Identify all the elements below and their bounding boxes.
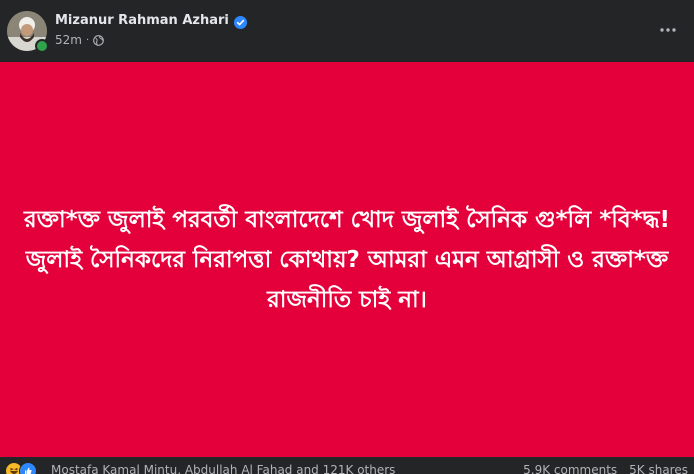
reaction-icons[interactable] [5, 462, 37, 474]
engagement-counts: 5.9K comments 5K shares [523, 463, 688, 474]
verified-badge-icon [233, 14, 247, 29]
post-text: রক্তা*ক্ত জুলাই পরবর্তী বাংলাদেশে খোদ জু… [23, 206, 671, 313]
globe-icon [93, 34, 105, 46]
post-header: Mizanur Rahman Azhari 52m · [0, 0, 694, 62]
like-icon [19, 462, 37, 474]
meta-separator: · [85, 34, 90, 46]
comments-count[interactable]: 5.9K comments [523, 463, 617, 474]
reactors-text[interactable]: Mostafa Kamal Mintu, Abdullah Al Fahad a… [51, 463, 395, 474]
counts-spacer [617, 463, 629, 474]
reaction-summary-bar: Mostafa Kamal Mintu, Abdullah Al Fahad a… [0, 457, 694, 474]
online-status-dot [35, 39, 49, 53]
more-dots-icon [660, 28, 676, 32]
author-name[interactable]: Mizanur Rahman Azhari [55, 13, 229, 28]
author-line: Mizanur Rahman Azhari [55, 13, 247, 29]
post-text-background: রক্তা*ক্ত জুলাই পরবর্তী বাংলাদেশে খোদ জু… [0, 62, 694, 457]
post-meta: 52m · [55, 33, 105, 47]
post-timestamp[interactable]: 52m [55, 33, 82, 47]
facebook-post: Mizanur Rahman Azhari 52m · রক্তা*ক্ত জু… [0, 0, 694, 474]
shares-count[interactable]: 5K shares [629, 463, 688, 474]
more-options-button[interactable] [656, 18, 680, 42]
